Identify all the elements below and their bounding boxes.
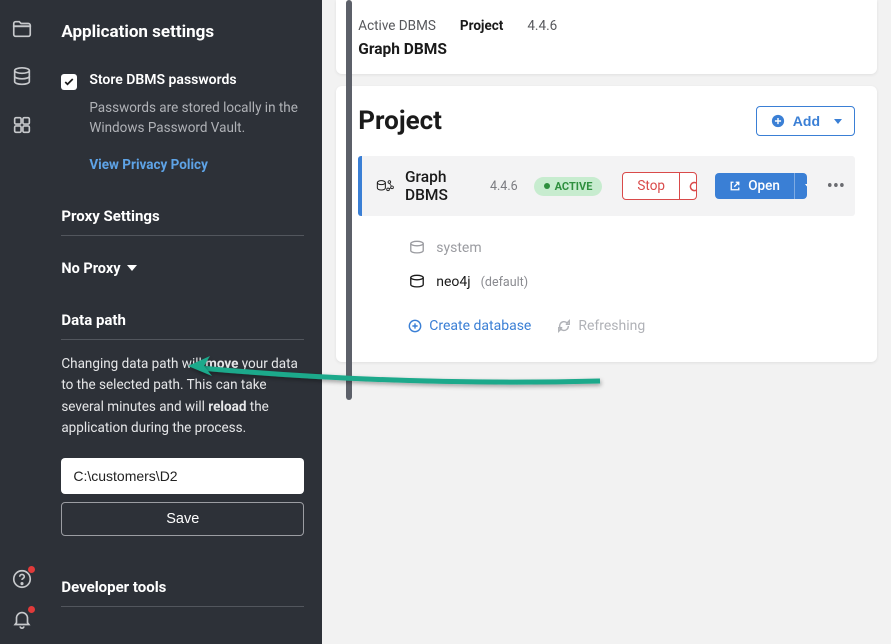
plus-circle-icon — [771, 114, 785, 128]
settings-panel: Application settings Store DBMS password… — [43, 0, 322, 644]
data-path-input[interactable] — [61, 458, 304, 494]
save-button[interactable]: Save — [61, 502, 304, 536]
dbms-version: 4.4.6 — [490, 179, 518, 194]
apps-grid-icon[interactable] — [11, 114, 33, 136]
database-icon — [408, 240, 426, 256]
refresh-icon — [557, 319, 571, 333]
plus-circle-icon — [408, 319, 422, 333]
project-title: Project — [358, 106, 442, 136]
bell-badge — [28, 606, 35, 613]
graph-db-icon — [376, 177, 395, 195]
breadcrumb-active: Active DBMS — [358, 18, 436, 34]
data-path-warning: Changing data path will move your data t… — [61, 354, 304, 440]
data-path-heading: Data path — [61, 311, 304, 340]
chevron-down-icon — [805, 184, 807, 189]
default-label: (default) — [481, 275, 528, 290]
restart-button[interactable] — [679, 173, 697, 199]
open-button[interactable]: Open — [715, 173, 794, 199]
chevron-down-icon — [834, 119, 842, 124]
dbms-title: Graph DBMS — [358, 40, 855, 58]
proxy-select[interactable]: No Proxy — [61, 260, 304, 277]
open-dropdown[interactable] — [794, 173, 807, 199]
folder-icon[interactable] — [11, 18, 33, 40]
settings-scrollbar[interactable] — [346, 0, 352, 644]
refresh-button[interactable]: Refreshing — [557, 318, 645, 334]
store-passwords-label: Store DBMS passwords — [89, 72, 236, 88]
icon-rail — [0, 0, 43, 644]
external-link-icon — [729, 180, 741, 192]
proxy-value: No Proxy — [61, 260, 120, 277]
header-card: Active DBMS Project 4.4.6 Graph DBMS — [336, 0, 877, 74]
main-content: Active DBMS Project 4.4.6 Graph DBMS Pro… — [322, 0, 891, 644]
breadcrumb-version: 4.4.6 — [527, 18, 557, 34]
caret-down-icon — [127, 265, 137, 271]
dev-tools-heading: Developer tools — [61, 578, 304, 607]
breadcrumb-project[interactable]: Project — [460, 18, 503, 34]
db-name: neo4j — [436, 274, 470, 290]
create-database-button[interactable]: Create database — [408, 318, 531, 334]
add-button[interactable]: Add — [756, 106, 855, 136]
add-label: Add — [793, 113, 820, 129]
open-button-group: Open — [715, 173, 807, 199]
more-menu[interactable]: ••• — [827, 176, 845, 197]
stop-button-group: Stop — [622, 172, 697, 200]
database-list: system neo4j (default) Create database R… — [358, 240, 855, 334]
list-item[interactable]: neo4j (default) — [408, 274, 855, 290]
database-icon — [408, 274, 426, 290]
status-badge: ACTIVE — [534, 177, 603, 196]
project-card: Project Add Graph DBMS 4.4.6 — [336, 86, 877, 362]
store-passwords-checkbox[interactable] — [61, 74, 77, 90]
proxy-heading: Proxy Settings — [61, 207, 304, 236]
dbms-row[interactable]: Graph DBMS 4.4.6 ACTIVE Stop Open — [358, 156, 855, 216]
database-icon[interactable] — [11, 66, 33, 88]
dbms-name: Graph DBMS — [405, 168, 480, 204]
settings-title: Application settings — [61, 0, 304, 72]
help-badge — [28, 566, 35, 573]
privacy-policy-link[interactable]: View Privacy Policy — [89, 157, 304, 173]
breadcrumb: Active DBMS Project 4.4.6 — [358, 18, 855, 34]
db-name: system — [436, 240, 481, 256]
refresh-icon — [688, 180, 697, 193]
store-passwords-sub: Passwords are stored locally in the Wind… — [61, 98, 304, 139]
list-item[interactable]: system — [408, 240, 855, 256]
stop-button[interactable]: Stop — [623, 173, 679, 199]
